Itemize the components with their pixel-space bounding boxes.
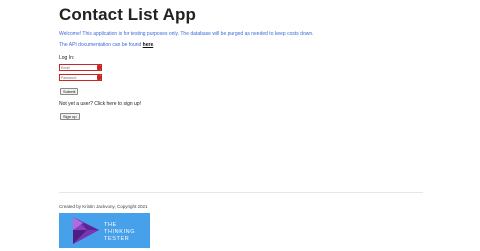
- password-field[interactable]: [59, 74, 102, 81]
- api-documentation-link[interactable]: here: [143, 42, 154, 48]
- api-documentation-suffix: .: [153, 42, 155, 48]
- contact-list-login-page: Contact List App Welcome! This applicati…: [0, 0, 480, 251]
- email-field[interactable]: [59, 64, 102, 71]
- submit-button[interactable]: Submit: [60, 88, 79, 95]
- email-field-warning-icon: [97, 65, 101, 70]
- password-field-warning-icon: [97, 75, 101, 80]
- footer-divider: [59, 192, 423, 193]
- logo-text-line: THINKING: [104, 229, 136, 235]
- signup-prompt: Not yet a user? Click here to sign up!: [59, 101, 141, 107]
- signup-button[interactable]: Sign up: [60, 113, 80, 120]
- welcome-notice: Welcome! This application is for testing…: [59, 31, 314, 37]
- footer-credit: Created by Kristin Jackvony, Copyright 2…: [59, 204, 148, 209]
- thinking-tester-logo: THE THINKING TESTER: [59, 213, 150, 248]
- login-label: Log In:: [59, 55, 75, 61]
- api-documentation-line: The API documentation can be found here.: [59, 42, 155, 48]
- api-documentation-text: The API documentation can be found: [59, 42, 143, 48]
- page-title: Contact List App: [59, 5, 196, 24]
- logo-text-line: TESTER: [104, 236, 130, 242]
- logo-text-line: THE: [104, 222, 117, 228]
